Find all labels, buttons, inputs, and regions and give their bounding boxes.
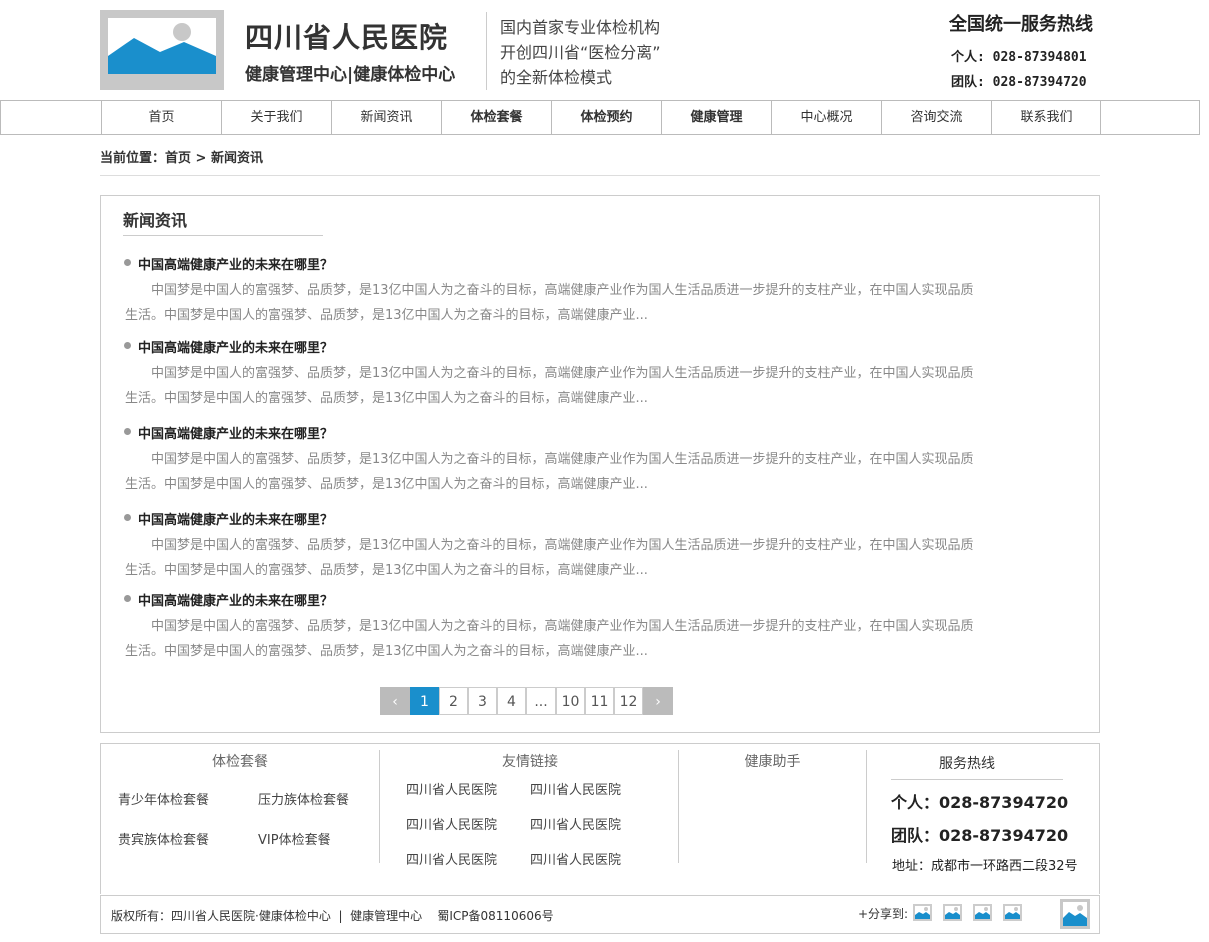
pagination-page-12[interactable]: 12	[614, 687, 643, 715]
news-summary: 中国梦是中国人的富强梦、品质梦，是13亿中国人为之奋斗的目标，高端健康产业作为国…	[125, 366, 974, 406]
pagination-page-11[interactable]: 11	[585, 687, 614, 715]
main-nav: 首页 关于我们 新闻资讯 体检套餐 体检预约 健康管理 中心概况 咨询交流 联系…	[0, 100, 1200, 135]
footer-friend-link[interactable]: 四川省人民医院	[530, 849, 621, 868]
image-placeholder-icon	[1063, 905, 1087, 926]
share-icon[interactable]	[943, 904, 962, 921]
news-summary: 中国梦是中国人的富强梦、品质梦，是13亿中国人为之奋斗的目标，高端健康产业作为国…	[125, 452, 974, 492]
slogan-line-2: 开创四川省“医检分离”	[500, 43, 661, 62]
bullet-icon	[124, 595, 131, 602]
pagination-next-button[interactable]: ›	[643, 687, 673, 715]
pagination-page-2[interactable]: 2	[439, 687, 468, 715]
slogan-line-3: 的全新体检模式	[500, 68, 613, 87]
pagination-page-3[interactable]: 3	[468, 687, 497, 715]
pagination-page-1[interactable]: 1	[410, 687, 439, 715]
news-title[interactable]: 中国高端健康产业的未来在哪里？	[138, 254, 333, 273]
footer-service-title: 服务热线	[939, 756, 995, 772]
bullet-icon	[124, 259, 131, 266]
nav-item-home[interactable]: 首页	[101, 101, 221, 134]
pagination-prev-button[interactable]: ‹	[380, 687, 410, 715]
nav-item-packages[interactable]: 体检套餐	[441, 101, 551, 134]
section-title: 新闻资讯	[123, 211, 188, 230]
footer-package-link[interactable]: 贵宾族体检套餐	[118, 829, 209, 848]
image-placeholder-icon	[108, 18, 216, 74]
hotline-title: 全国统一服务热线	[949, 14, 1093, 35]
copyright-text: 版权所有：四川省人民医院·健康体检中心 | 健康管理中心 蜀ICP备081106…	[111, 909, 554, 923]
nav-item-overview[interactable]: 中心概况	[771, 101, 881, 134]
section-title-underline	[123, 235, 323, 236]
bullet-icon	[124, 514, 131, 521]
share-label: +分享到:	[858, 907, 909, 921]
header-divider	[486, 12, 487, 90]
slogan-line-1: 国内首家专业体检机构	[500, 18, 661, 37]
bullet-icon	[124, 428, 131, 435]
share-icon[interactable]	[973, 904, 992, 921]
footer-package-link[interactable]: VIP体检套餐	[258, 829, 331, 848]
bullet-icon	[124, 342, 131, 349]
footer-friend-link[interactable]: 四川省人民医院	[406, 814, 497, 833]
news-title[interactable]: 中国高端健康产业的未来在哪里？	[138, 590, 333, 609]
news-title[interactable]: 中国高端健康产业的未来在哪里？	[138, 337, 333, 356]
share-icon[interactable]	[913, 904, 932, 921]
news-summary: 中国梦是中国人的富强梦、品质梦，是13亿中国人为之奋斗的目标，高端健康产业作为国…	[125, 619, 974, 659]
pagination-page-10[interactable]: 10	[556, 687, 585, 715]
image-placeholder-icon	[1005, 907, 1020, 919]
footer-packages-title: 体检套餐	[212, 754, 268, 770]
nav-item-health[interactable]: 健康管理	[661, 101, 771, 134]
hotline-team: 团队: 028-87394720	[951, 75, 1087, 90]
breadcrumb-divider	[100, 175, 1100, 176]
footer-friend-link[interactable]: 四川省人民医院	[530, 779, 621, 798]
nav-divider	[1100, 101, 1101, 134]
news-title[interactable]: 中国高端健康产业的未来在哪里？	[138, 509, 333, 528]
share-icon[interactable]	[1003, 904, 1022, 921]
footer-friend-link[interactable]: 四川省人民医院	[406, 849, 497, 868]
hotline-personal: 个人: 028-87394801	[951, 50, 1087, 65]
footer-package-link[interactable]: 青少年体检套餐	[118, 789, 209, 808]
nav-item-contact[interactable]: 联系我们	[991, 101, 1101, 134]
footer-links-title: 友情链接	[502, 754, 558, 770]
image-placeholder-icon	[945, 907, 960, 919]
breadcrumb: 当前位置：首页 > 新闻资讯	[100, 151, 263, 166]
news-summary: 中国梦是中国人的富强梦、品质梦，是13亿中国人为之奋斗的目标，高端健康产业作为国…	[125, 538, 974, 578]
nav-item-booking[interactable]: 体检预约	[551, 101, 661, 134]
site-subtitle: 健康管理中心|健康体检中心	[245, 65, 456, 85]
nav-item-news[interactable]: 新闻资讯	[331, 101, 441, 134]
footer-friend-link[interactable]: 四川省人民医院	[406, 779, 497, 798]
news-summary: 中国梦是中国人的富强梦、品质梦，是13亿中国人为之奋斗的目标，高端健康产业作为国…	[125, 283, 974, 323]
image-placeholder-icon	[915, 907, 930, 919]
logo-image[interactable]	[100, 10, 224, 90]
footer-service-team: 团队：028-87394720	[891, 826, 1069, 845]
footer-divider	[866, 750, 867, 863]
footer-address: 地址：成都市一环路西二段32号	[892, 859, 1078, 874]
pagination-ellipsis: ...	[526, 687, 556, 715]
nav-item-consult[interactable]: 咨询交流	[881, 101, 991, 134]
footer-package-link[interactable]: 压力族体检套餐	[258, 789, 349, 808]
nav-item-about[interactable]: 关于我们	[221, 101, 331, 134]
footer-service-personal: 个人：028-87394720	[891, 793, 1069, 812]
image-placeholder-icon	[975, 907, 990, 919]
footer-service-underline	[891, 779, 1063, 780]
site-title: 四川省人民医院	[245, 21, 449, 54]
footer-friend-link[interactable]: 四川省人民医院	[530, 814, 621, 833]
footer-helper-title: 健康助手	[744, 754, 801, 770]
news-title[interactable]: 中国高端健康产业的未来在哪里？	[138, 423, 333, 442]
qr-code-image	[1060, 899, 1090, 929]
pagination-page-4[interactable]: 4	[497, 687, 526, 715]
